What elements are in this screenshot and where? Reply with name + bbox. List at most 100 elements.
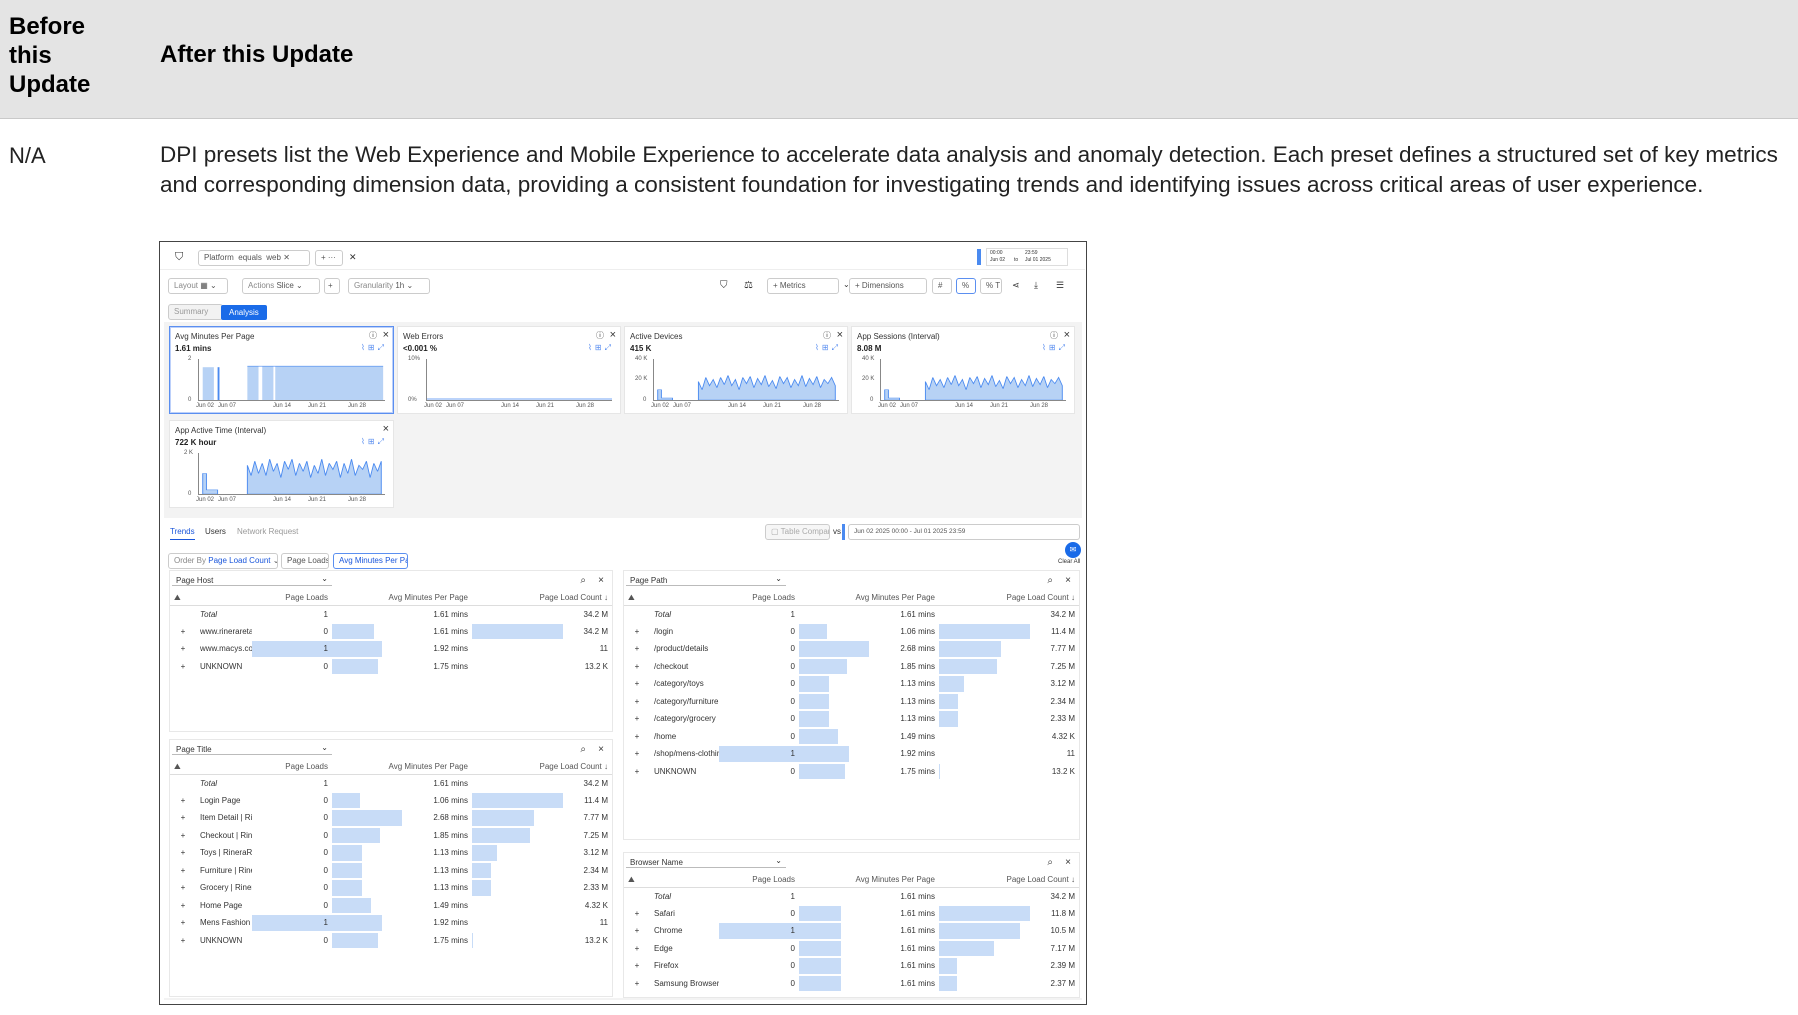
dimension-select[interactable]: Page Path ⌄	[626, 572, 786, 586]
chip-avg-minutes[interactable]: Avg Minutes Per Page	[333, 553, 408, 569]
table-row[interactable]: + Samsung Browser 0 1.61 mins 2.37 M	[624, 975, 1079, 993]
table-row[interactable]: Total 1 1.61 mins 34.2 M	[170, 774, 612, 792]
tab-network-request[interactable]: Network Request	[237, 527, 298, 536]
table-row[interactable]: + www.rineraretail.com 0 1.61 mins 34.2 M	[170, 623, 612, 641]
layout-select[interactable]: Layout ▦ ⌄	[168, 278, 228, 294]
col-page-load-count[interactable]: Page Load Count ↓	[939, 591, 1079, 606]
table-row[interactable]: + /product/details 0 2.68 mins 7.77 M	[624, 640, 1079, 658]
expand-icon[interactable]	[170, 774, 196, 792]
table-row[interactable]: + /shop/mens-clothing 1 1.92 mins 11	[624, 745, 1079, 763]
table-row[interactable]: + /category/grocery 0 1.13 mins 2.33 M	[624, 710, 1079, 728]
expand-icon[interactable]: +	[170, 623, 196, 641]
more-icon[interactable]: ☰	[1056, 280, 1064, 291]
download-icon[interactable]: ⤓	[1034, 280, 1038, 291]
chip-page-loads[interactable]: Page Loads ×	[281, 553, 329, 569]
tab-trends[interactable]: Trends	[170, 527, 195, 540]
card-app-sessions[interactable]: App Sessions (Interval) 8.08 M ⓘ × ⌇⊞⤢ 40…	[851, 326, 1075, 414]
table-row[interactable]: Total 1 1.61 mins 34.2 M	[624, 605, 1079, 623]
chart-toggle-icon[interactable]: ⛰	[624, 873, 650, 888]
table-row[interactable]: + Checkout | RineraRetail 0 1.85 mins 7.25 M	[170, 827, 612, 845]
expand-icon[interactable]: +	[170, 809, 196, 827]
chart-tools-icon[interactable]: ⌇⊞⤢	[361, 437, 387, 447]
close-icon[interactable]: ×	[598, 744, 604, 755]
close-icon[interactable]: ×	[1065, 857, 1071, 868]
chart-tools-icon[interactable]: ⌇⊞⤢	[588, 343, 614, 353]
expand-icon[interactable]: +	[624, 957, 650, 975]
expand-icon[interactable]: +	[624, 905, 650, 923]
close-icon[interactable]: ×	[1064, 329, 1070, 341]
table-row[interactable]: Total 1 1.61 mins 34.2 M	[624, 887, 1079, 905]
chart-tools-icon[interactable]: ⌇⊞⤢	[361, 343, 387, 353]
table-compare-toggle[interactable]: ▢ Table Compare	[765, 524, 830, 540]
expand-icon[interactable]: +	[624, 745, 650, 763]
date-range-picker[interactable]: 00:00 Jun 02 to 23:59 Jul 01 2025	[986, 248, 1068, 266]
col-page-loads[interactable]: Page Loads	[719, 873, 799, 888]
expand-icon[interactable]: +	[170, 827, 196, 845]
format-hash-button[interactable]: #	[932, 278, 952, 294]
expand-icon[interactable]: +	[170, 640, 196, 658]
search-icon[interactable]: ⌕	[1047, 575, 1053, 586]
close-icon[interactable]: ×	[383, 423, 389, 435]
search-icon[interactable]: ⌕	[1047, 857, 1053, 868]
table-row[interactable]: + /category/furniture 0 1.13 mins 2.34 M	[624, 693, 1079, 711]
table-row[interactable]: + Item Detail | RineraRetail 0 2.68 mins 7.7…	[170, 809, 612, 827]
expand-icon[interactable]	[170, 605, 196, 623]
share-icon[interactable]: ⋖	[1012, 280, 1020, 291]
table-row[interactable]: + UNKNOWN 0 1.75 mins 13.2 K	[624, 763, 1079, 781]
close-icon[interactable]: ×	[837, 329, 843, 341]
add-filter-button[interactable]: + ···	[315, 250, 343, 266]
expand-icon[interactable]: +	[624, 658, 650, 676]
col-avg-minutes[interactable]: Avg Minutes Per Page	[799, 873, 939, 888]
table-row[interactable]: + Safari 0 1.61 mins 11.8 M	[624, 905, 1079, 923]
tab-users[interactable]: Users	[205, 527, 226, 536]
dimension-select[interactable]: Browser Name ⌄	[626, 854, 786, 868]
clear-all-button[interactable]: Clear All	[1058, 559, 1080, 565]
col-page-loads[interactable]: Page Loads	[719, 591, 799, 606]
format-percent-button[interactable]: %	[956, 278, 976, 294]
expand-icon[interactable]: +	[170, 879, 196, 897]
compare-icon[interactable]: ⚖	[744, 280, 753, 291]
table-row[interactable]: + www.macys.com 1 1.92 mins 11	[170, 640, 612, 658]
filter-toggle-icon[interactable]: ⛉	[720, 280, 728, 291]
info-icon[interactable]: ⓘ	[596, 330, 604, 341]
filter-icon[interactable]: ⛉	[175, 251, 183, 264]
chart-toggle-icon[interactable]: ⛰	[624, 591, 650, 606]
table-row[interactable]: + Furniture | RineraRetail 0 1.13 mins 2.34 …	[170, 862, 612, 880]
table-row[interactable]: + /home 0 1.49 mins 4.32 K	[624, 728, 1079, 746]
close-icon[interactable]: ×	[1065, 575, 1071, 586]
card-app-active-time[interactable]: App Active Time (Interval) 722 K hour × …	[169, 420, 394, 508]
col-avg-minutes[interactable]: Avg Minutes Per Page	[799, 591, 939, 606]
card-avg-minutes[interactable]: Avg Minutes Per Page 1.61 mins ⓘ × ⌇⊞⤢ 2 …	[169, 326, 394, 414]
expand-icon[interactable]: +	[170, 844, 196, 862]
table-row[interactable]: + /checkout 0 1.85 mins 7.25 M	[624, 658, 1079, 676]
expand-icon[interactable]: +	[624, 640, 650, 658]
expand-icon[interactable]: +	[624, 940, 650, 958]
dimension-select[interactable]: Page Title ⌄	[172, 741, 332, 755]
col-page-load-count[interactable]: Page Load Count ↓	[472, 760, 612, 775]
expand-icon[interactable]: +	[624, 728, 650, 746]
table-row[interactable]: + Mens Fashion & Accessories - M... 1 1.92 …	[170, 914, 612, 932]
close-icon[interactable]: ×	[383, 329, 389, 341]
chat-icon[interactable]: ✉	[1065, 542, 1081, 558]
expand-icon[interactable]: +	[624, 675, 650, 693]
table-row[interactable]: + UNKNOWN 0 1.75 mins 13.2 K	[170, 932, 612, 950]
table-row[interactable]: + Login Page 0 1.06 mins 11.4 M	[170, 792, 612, 810]
col-page-load-count[interactable]: Page Load Count ↓	[472, 591, 612, 606]
expand-icon[interactable]: +	[624, 922, 650, 940]
card-active-devices[interactable]: Active Devices 415 K ⓘ × ⌇⊞⤢ 40 K 20 K 0 …	[624, 326, 848, 414]
actions-select[interactable]: Actions Slice ⌄	[242, 278, 320, 294]
col-avg-minutes[interactable]: Avg Minutes Per Page	[332, 760, 472, 775]
expand-icon[interactable]: +	[170, 914, 196, 932]
expand-icon[interactable]: +	[170, 897, 196, 915]
chart-tools-icon[interactable]: ⌇⊞⤢	[815, 343, 841, 353]
info-icon[interactable]: ⓘ	[1050, 330, 1058, 341]
expand-icon[interactable]: +	[170, 792, 196, 810]
filter-chip[interactable]: Platform equals web ✕	[198, 250, 310, 266]
table-row[interactable]: + /login 0 1.06 mins 11.4 M	[624, 623, 1079, 641]
col-page-loads[interactable]: Page Loads	[252, 760, 332, 775]
granularity-select[interactable]: Granularity 1h ⌄	[348, 278, 430, 294]
tab-analysis[interactable]: Analysis	[221, 305, 267, 320]
table-row[interactable]: + Grocery | RineraRetail 0 1.13 mins 2.33 M	[170, 879, 612, 897]
expand-icon[interactable]: +	[624, 975, 650, 993]
tab-summary[interactable]: Summary	[168, 304, 223, 320]
